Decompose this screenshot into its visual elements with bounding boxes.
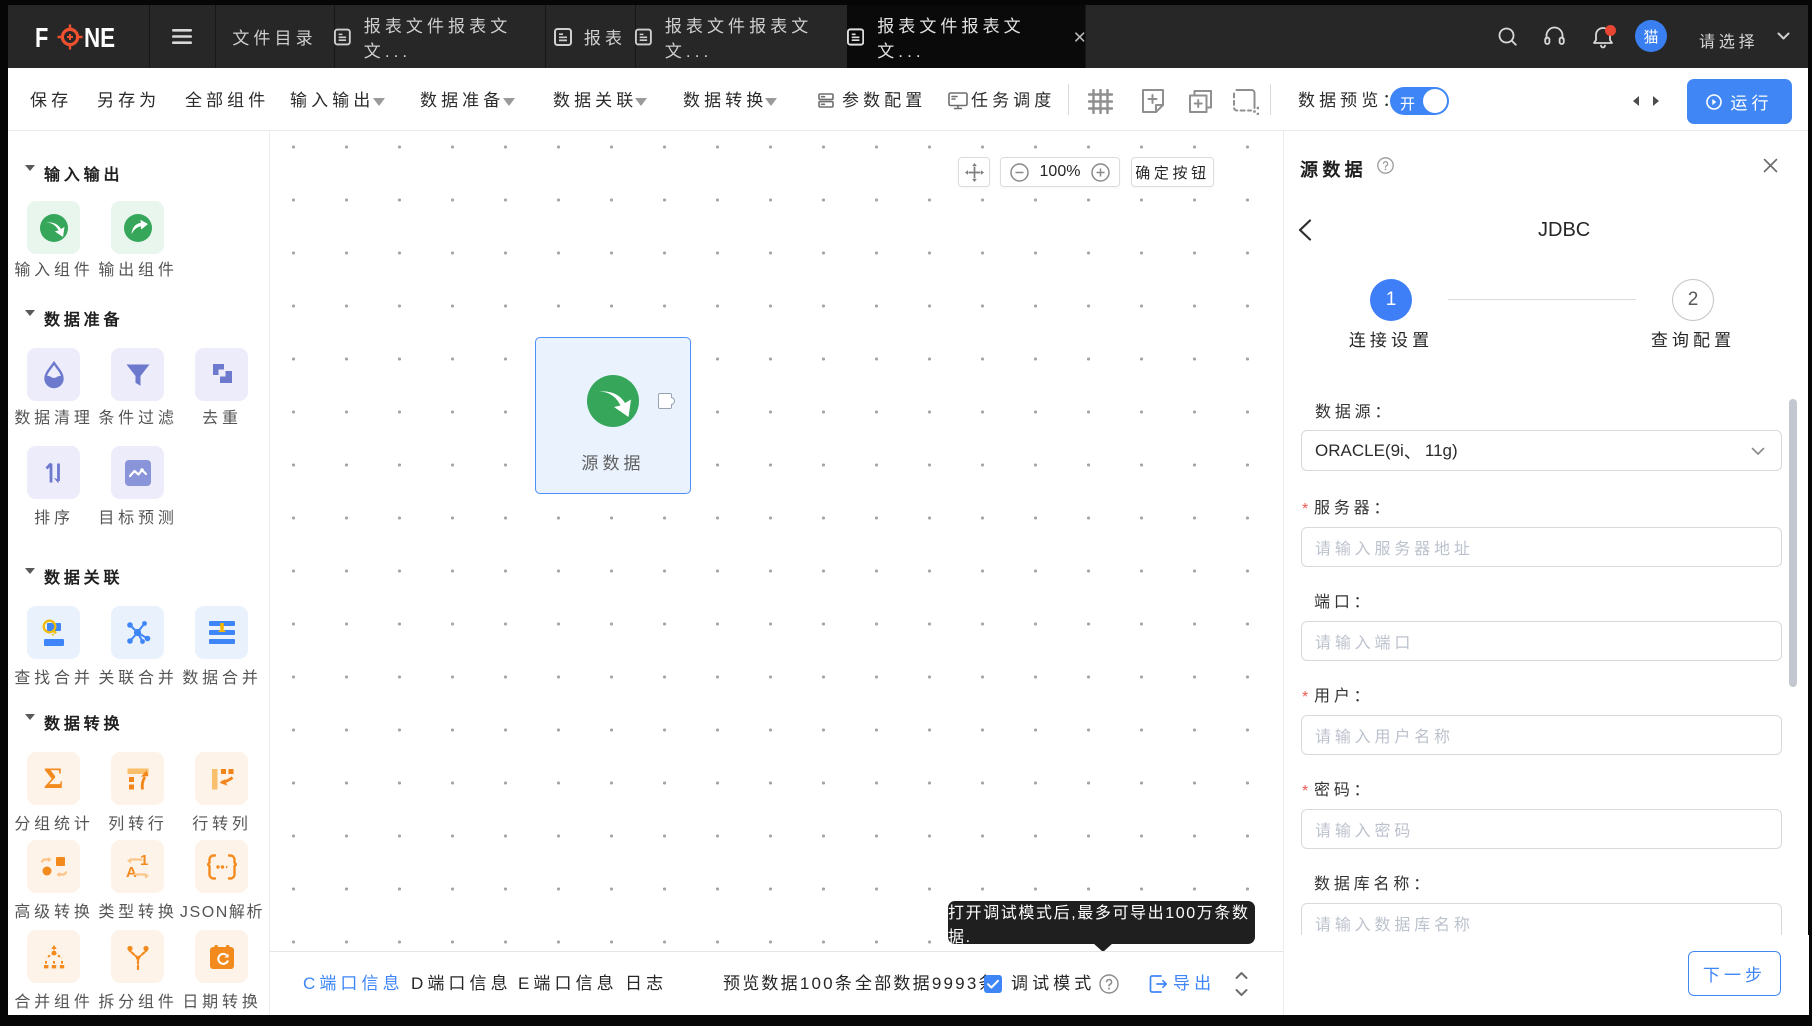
svg-text:A: A bbox=[126, 864, 137, 881]
